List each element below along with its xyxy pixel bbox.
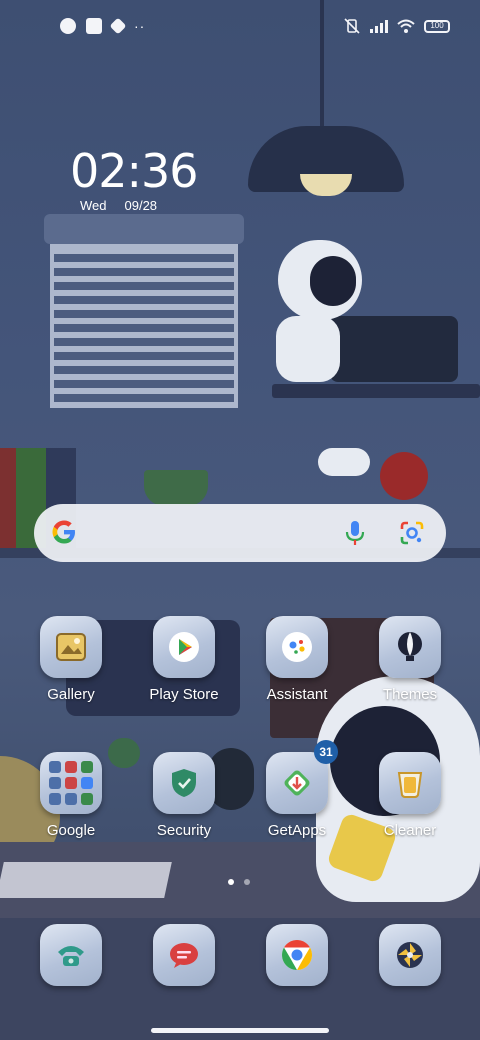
notification-app-icon-2: [86, 18, 102, 34]
app-security[interactable]: Security: [129, 752, 239, 839]
page-dot: [244, 879, 250, 885]
clock-time[interactable]: 02:36: [70, 146, 199, 196]
app-label: Security: [156, 822, 212, 839]
play-store-icon: [153, 616, 215, 678]
status-left: ··: [60, 17, 146, 35]
app-google-folder[interactable]: Google: [16, 752, 126, 839]
microphone-icon[interactable]: [342, 519, 368, 547]
status-bar: ·· 100: [0, 0, 480, 56]
notification-badge: 31: [314, 740, 338, 764]
assistant-icon: [266, 616, 328, 678]
home-gesture-bar[interactable]: [151, 1028, 329, 1033]
app-label: Cleaner: [383, 822, 437, 839]
astronaut-small-visor: [310, 256, 356, 306]
page-indicator[interactable]: [228, 879, 250, 885]
cell-signal-icon: [370, 19, 388, 33]
window-valance: [44, 214, 244, 244]
chrome-icon: [266, 924, 328, 986]
window-blinds: [50, 244, 238, 408]
clock-date-value: 09/28: [124, 198, 158, 213]
messages-icon: [153, 924, 215, 986]
camera-icon: [379, 924, 441, 986]
google-folder-icon: [40, 752, 102, 814]
app-assistant[interactable]: Assistant: [242, 616, 352, 703]
dock-chrome[interactable]: [242, 924, 352, 986]
clock-date[interactable]: Wed 09/28: [80, 198, 157, 213]
cloud-ornament: [318, 448, 370, 476]
more-notifications-indicator: ··: [134, 18, 146, 34]
dock-camera[interactable]: [355, 924, 465, 986]
app-cleaner[interactable]: Cleaner: [355, 752, 465, 839]
getapps-icon: 31: [266, 740, 338, 814]
app-play-store[interactable]: Play Store: [129, 616, 239, 703]
notification-app-icon-3: [109, 17, 127, 35]
page-dot-active: [228, 879, 234, 885]
flower-ornament: [380, 452, 428, 500]
app-label: Google: [46, 822, 96, 839]
status-right: 100: [343, 18, 450, 34]
app-label: Themes: [382, 686, 438, 703]
shelf-right: [272, 384, 480, 398]
app-getapps[interactable]: 31 GetApps: [242, 740, 352, 839]
dock-phone[interactable]: [16, 924, 126, 986]
app-label: Gallery: [47, 686, 95, 703]
app-label: Assistant: [266, 686, 328, 703]
clock-day: Wed: [80, 198, 107, 213]
google-lens-icon[interactable]: [398, 519, 426, 547]
google-search-bar[interactable]: [34, 504, 446, 562]
wall-screen: [330, 316, 458, 382]
dock-messages[interactable]: [129, 924, 239, 986]
cleaner-icon: [379, 752, 441, 814]
battery-icon: 100: [424, 19, 450, 33]
folder-grid: [49, 761, 93, 805]
phone-icon: [40, 924, 102, 986]
themes-icon: [379, 616, 441, 678]
paper-sheet: [0, 862, 172, 898]
astronaut-small-body: [276, 316, 340, 382]
google-g-icon: [52, 520, 75, 544]
pencil-pot: [144, 470, 208, 506]
app-themes[interactable]: Themes: [355, 616, 465, 703]
app-gallery[interactable]: Gallery: [16, 616, 126, 703]
app-label: Play Store: [149, 686, 219, 703]
lamp-bulb: [300, 174, 352, 196]
wifi-icon: [397, 19, 415, 33]
notification-app-icon-1: [60, 18, 76, 34]
gallery-icon: [40, 616, 102, 678]
app-label: GetApps: [267, 822, 327, 839]
vibrate-off-icon: [344, 18, 360, 34]
security-icon: [153, 752, 215, 814]
